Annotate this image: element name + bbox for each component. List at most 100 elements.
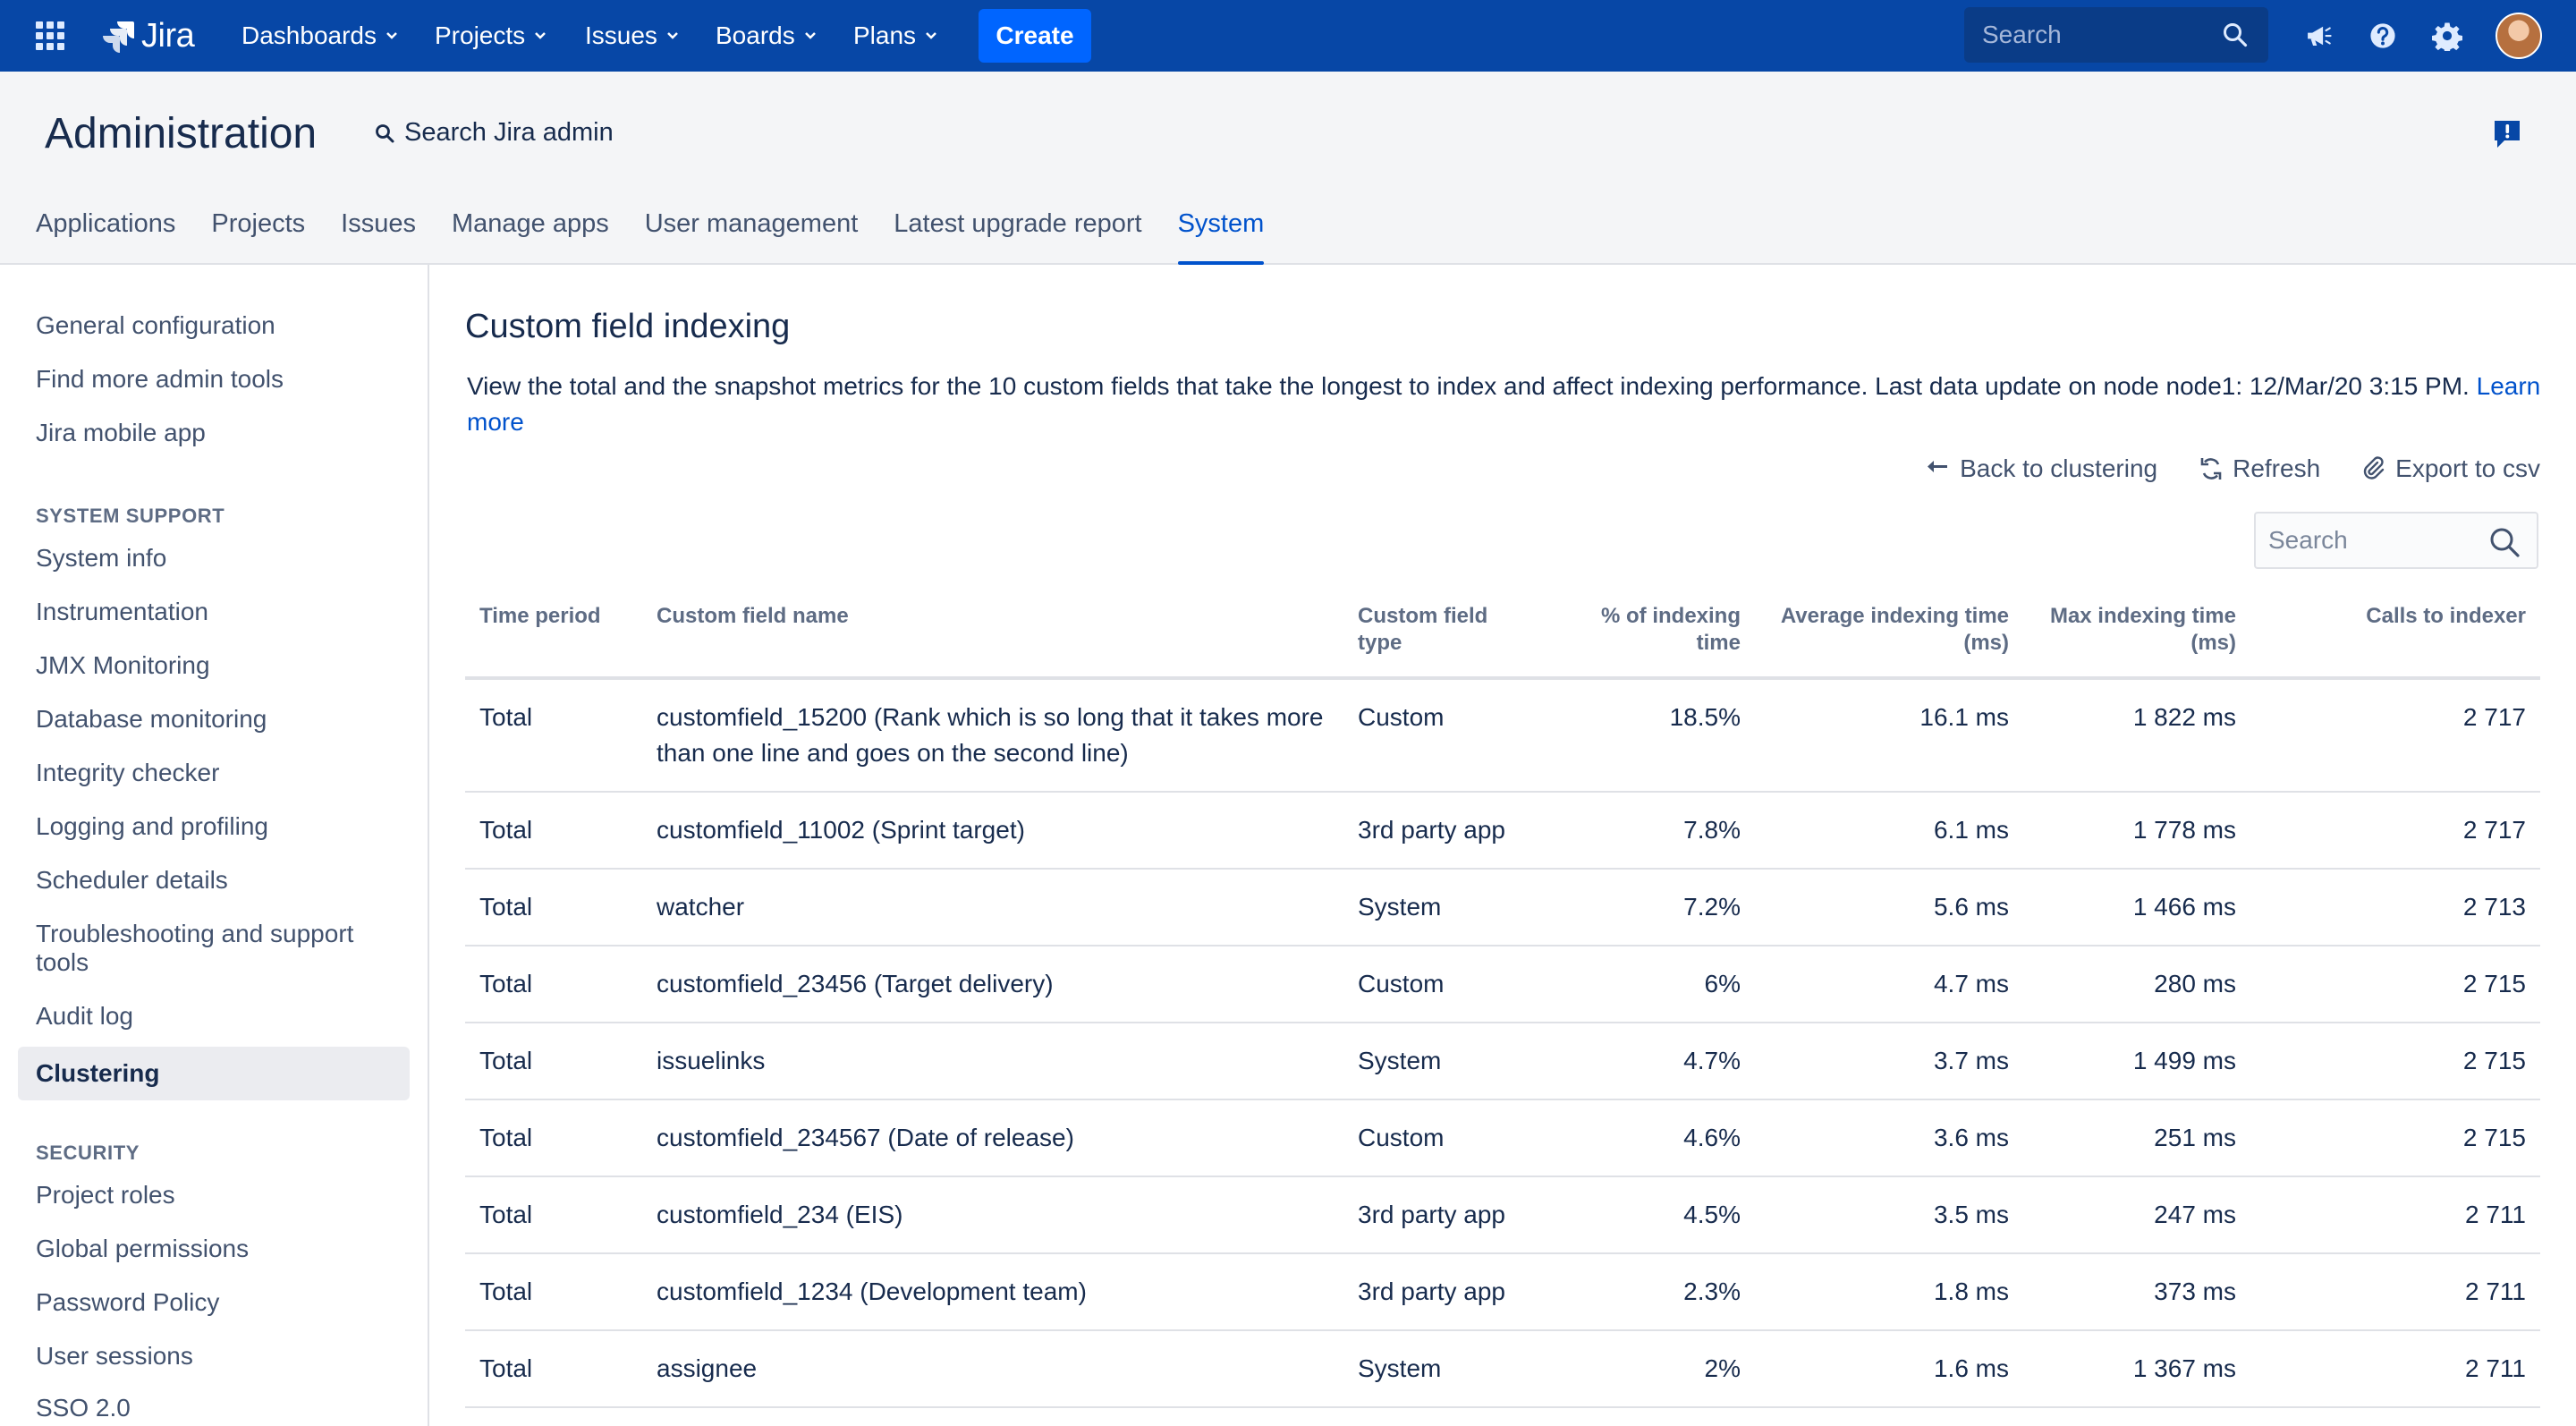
cell-max-indexing-time: 1 499 ms [2023,1023,2250,1100]
tab-projects[interactable]: Projects [211,209,305,265]
tab-user-management[interactable]: User management [645,209,859,265]
cell-time-period: Total [465,1253,642,1331]
page-title: Administration [45,110,318,157]
custom-field-indexing-table: Time period Custom field name Custom fie… [465,590,2540,1408]
sidebar-item-user-sessions[interactable]: User sessions [36,1342,394,1371]
table-row: Total customfield_15200 (Rank which is s… [465,678,2540,793]
cell-custom-field-type: Custom [1343,1099,1540,1177]
sidebar-item-audit-log[interactable]: Audit log [36,1002,394,1031]
chevron-down-icon [535,32,547,39]
nav-label: Dashboards [242,21,377,49]
table-row: Total customfield_234 (EIS) 3rd party ap… [465,1176,2540,1254]
tab-system[interactable]: System [1177,209,1264,265]
nav-projects[interactable]: Projects [435,20,547,52]
nav-plans[interactable]: Plans [853,20,937,52]
help-icon[interactable] [2365,18,2401,54]
sidebar-item-instrumentation[interactable]: Instrumentation [36,598,394,626]
refresh-icon [2200,458,2222,480]
sidebar-item-project-roles[interactable]: Project roles [36,1181,394,1210]
nav-issues[interactable]: Issues [585,20,679,52]
sidebar-item-sso[interactable]: SSO 2.0 [36,1394,394,1422]
cell-time-period: Total [465,678,642,793]
cell-calls-to-indexer: 2 711 [2250,1330,2540,1408]
cell-calls-to-indexer: 2 717 [2250,678,2540,793]
cell-average-indexing-time: 5.6 ms [1755,869,2023,946]
table-search-placeholder: Search [2268,526,2348,554]
jira-logo[interactable]: Jira [98,16,195,55]
tab-manage-apps[interactable]: Manage apps [452,209,609,265]
cell-custom-field-name: customfield_23456 (Target delivery) [642,946,1343,1023]
cell-average-indexing-time: 4.7 ms [1755,946,2023,1023]
sidebar-item-troubleshooting[interactable]: Troubleshooting and support tools [36,920,394,977]
cell-average-indexing-time: 1.8 ms [1755,1253,2023,1331]
tab-latest-upgrade-report[interactable]: Latest upgrade report [894,209,1141,265]
chevron-down-icon [667,32,678,39]
sidebar-item-password-policy[interactable]: Password Policy [36,1288,394,1317]
sidebar-item-database-monitoring[interactable]: Database monitoring [36,705,394,734]
export-label: Export to csv [2395,454,2540,482]
notifications-icon[interactable] [2301,18,2336,54]
sidebar-item-find-more-admin-tools[interactable]: Find more admin tools [36,365,394,394]
cell-max-indexing-time: 251 ms [2023,1099,2250,1177]
cell-percent-indexing-time: 2.3% [1540,1253,1755,1331]
settings-icon[interactable] [2429,18,2465,54]
sidebar-item-integrity-checker[interactable]: Integrity checker [36,759,394,787]
sidebar-item-logging-and-profiling[interactable]: Logging and profiling [36,812,394,841]
export-to-csv-button[interactable]: Export to csv [2361,454,2540,483]
sidebar-item-clustering[interactable]: Clustering [18,1047,410,1100]
cell-average-indexing-time: 6.1 ms [1755,792,2023,870]
admin-search-link[interactable]: Search Jira admin [374,118,614,148]
cell-calls-to-indexer: 2 711 [2250,1176,2540,1254]
column-header-max-indexing-time[interactable]: Max indexing time (ms) [2023,590,2250,680]
column-header-average-indexing-time[interactable]: Average indexing time (ms) [1755,590,2023,680]
refresh-button[interactable]: Refresh [2199,454,2320,483]
sidebar-item-global-permissions[interactable]: Global permissions [36,1235,394,1263]
global-search-input[interactable]: Search [1964,7,2268,63]
tab-issues[interactable]: Issues [341,209,416,265]
sidebar-item-jmx-monitoring[interactable]: JMX Monitoring [36,651,394,680]
cell-max-indexing-time: 373 ms [2023,1253,2250,1331]
cell-custom-field-name: assignee [642,1330,1343,1408]
cell-percent-indexing-time: 7.8% [1540,792,1755,870]
back-to-clustering-button[interactable]: Back to clustering [1926,454,2157,483]
sidebar-item-scheduler-details[interactable]: Scheduler details [36,866,394,895]
cell-calls-to-indexer: 2 713 [2250,869,2540,946]
cell-custom-field-type: Custom [1343,946,1540,1023]
cell-max-indexing-time: 1 466 ms [2023,869,2250,946]
table-header-row: Time period Custom field name Custom fie… [465,590,2540,680]
column-header-custom-field-type[interactable]: Custom field type [1343,590,1540,680]
back-arrow-icon [1928,461,1948,472]
cell-custom-field-type: System [1343,1330,1540,1408]
nav-boards[interactable]: Boards [716,20,817,52]
cell-custom-field-name: customfield_1234 (Development team) [642,1253,1343,1331]
jira-logo-icon [103,21,134,53]
search-icon [2224,23,2248,47]
create-button[interactable]: Create [979,9,1091,63]
cell-time-period: Total [465,792,642,870]
cell-custom-field-name: customfield_234567 (Date of release) [642,1099,1343,1177]
cell-percent-indexing-time: 18.5% [1540,678,1755,793]
cell-custom-field-name: customfield_15200 (Rank which is so long… [642,678,1343,793]
avatar[interactable] [2496,13,2542,59]
sidebar-item-general-configuration[interactable]: General configuration [36,311,394,340]
sidebar-item-jira-mobile-app[interactable]: Jira mobile app [36,419,394,447]
paperclip-icon [2363,456,2385,480]
column-header-time-period[interactable]: Time period [465,590,642,680]
nav-dashboards[interactable]: Dashboards [242,20,398,52]
table-search-input[interactable]: Search [2254,512,2538,569]
table-row: Total watcher System 7.2% 5.6 ms 1 466 m… [465,869,2540,946]
back-label: Back to clustering [1960,454,2158,482]
column-header-calls-to-indexer[interactable]: Calls to indexer [2250,590,2540,680]
cell-percent-indexing-time: 4.5% [1540,1176,1755,1254]
sidebar-item-system-info[interactable]: System info [36,544,394,573]
column-header-custom-field-name[interactable]: Custom field name [642,590,1343,680]
app-switcher-icon[interactable] [36,21,64,50]
search-icon [2490,528,2520,557]
search-placeholder: Search [1982,21,2062,48]
feedback-icon[interactable] [2492,118,2522,150]
refresh-label: Refresh [2233,454,2321,482]
tab-applications[interactable]: Applications [36,209,175,265]
column-header-percent-indexing-time[interactable]: % of indexing time [1540,590,1755,680]
cell-custom-field-name: customfield_11002 (Sprint target) [642,792,1343,870]
admin-tabs: Applications Projects Issues Manage apps… [36,209,1300,265]
